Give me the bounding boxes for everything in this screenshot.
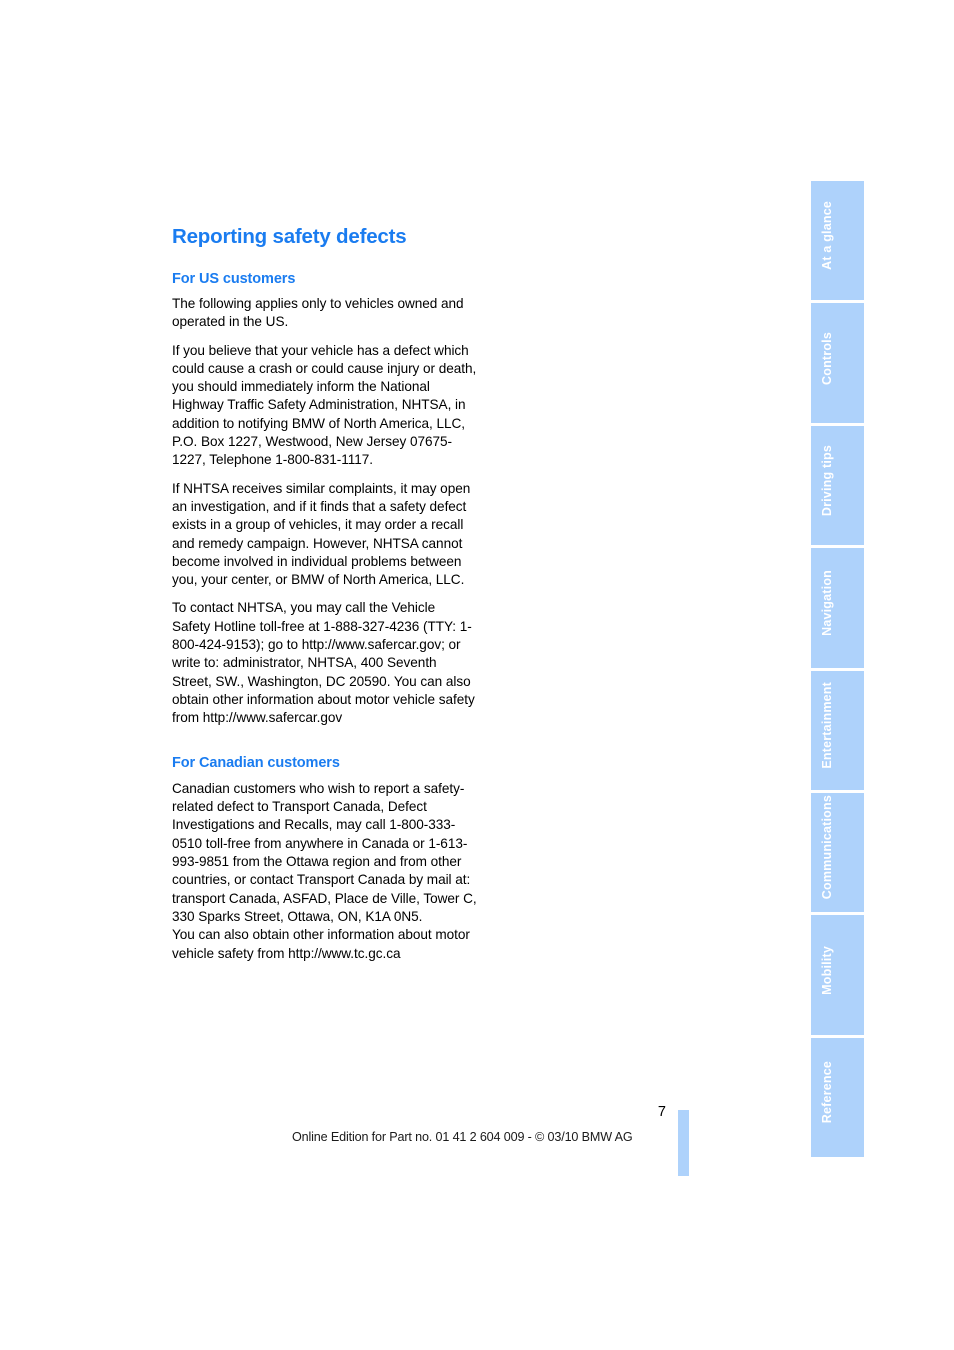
side-tab-label: Entertainment (820, 681, 834, 769)
side-tab-at-a-glance[interactable]: At a glance (811, 181, 864, 304)
paragraph-us-nhtsa-investigation: If NHTSA receives similar complaints, it… (172, 480, 471, 588)
side-tab-label: Reference (820, 1061, 834, 1124)
side-tab-label: Controls (820, 331, 834, 385)
footer-line: 7 Online Edition for Part no. 01 41 2 60… (172, 1105, 688, 1150)
main-content-column: Reporting safety defects For US customer… (172, 225, 477, 963)
side-tab-label: Driving tips (820, 444, 834, 517)
page-title: Reporting safety defects (172, 225, 407, 248)
paragraph-canada-contact: Canadian customers who wish to report a … (172, 780, 477, 961)
side-tab-label: Navigation (820, 569, 834, 636)
side-tab-label: Mobility (820, 945, 834, 995)
section-heading-us-customers: For US customers (172, 270, 296, 287)
side-tab-entertainment[interactable]: Entertainment (811, 670, 864, 793)
side-tab-index: At a glance Controls Driving tips Naviga… (811, 181, 864, 1157)
paragraph-us-contact-nhtsa: To contact NHTSA, you may call the Vehic… (172, 600, 475, 726)
side-tab-controls[interactable]: Controls (811, 303, 864, 426)
side-tab-label: Communications (820, 795, 834, 900)
page-footer: 7 Online Edition for Part no. 01 41 2 60… (172, 1105, 688, 1150)
side-tab-navigation[interactable]: Navigation (811, 548, 864, 671)
side-tab-mobility[interactable]: Mobility (811, 915, 864, 1038)
paragraph-us-applies: The following applies only to vehicles o… (172, 295, 464, 330)
section-heading-canadian-customers: For Canadian customers (172, 755, 340, 772)
page-number: 7 (657, 1104, 666, 1120)
page-sheet: Reporting safety defects For US customer… (0, 0, 954, 1350)
footer-edition-note: Online Edition for Part no. 01 41 2 604 … (292, 1130, 633, 1144)
side-tab-driving-tips[interactable]: Driving tips (811, 425, 864, 549)
side-tab-label: At a glance (820, 201, 834, 271)
side-tab-reference[interactable]: Reference (811, 1037, 864, 1157)
paragraph-us-defect-report: If you believe that your vehicle has a d… (172, 342, 477, 468)
side-tab-communications[interactable]: Communications (811, 792, 864, 916)
